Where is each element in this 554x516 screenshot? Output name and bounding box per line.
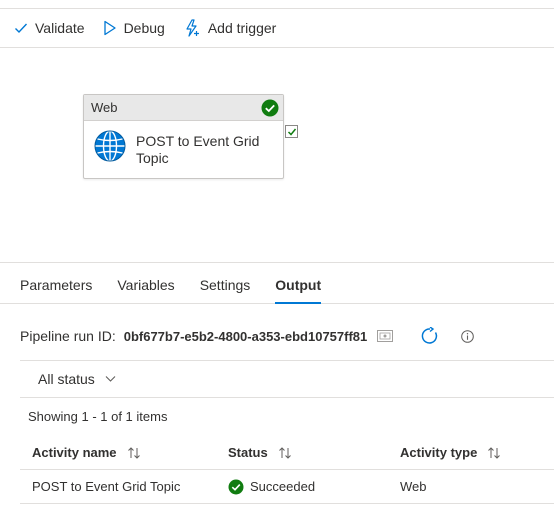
copy-button[interactable] xyxy=(377,330,394,342)
column-label: Status xyxy=(228,445,268,460)
chevron-down-icon[interactable] xyxy=(105,375,116,383)
activity-select-checkbox[interactable] xyxy=(285,125,298,138)
pipeline-run-id: Pipeline run ID: 0bf677b7-e5b2-4800-a353… xyxy=(20,326,475,346)
tab-variables[interactable]: Variables xyxy=(117,263,174,303)
activity-type-label: Web xyxy=(91,100,118,115)
column-activity-type[interactable]: Activity type xyxy=(400,445,554,460)
pipeline-toolbar: Validate Debug Add trigger xyxy=(0,8,554,48)
run-id-label: Pipeline run ID: xyxy=(20,328,116,344)
sort-icon[interactable] xyxy=(278,446,292,459)
checkmark-icon xyxy=(15,23,28,34)
tab-output[interactable]: Output xyxy=(275,263,321,304)
add-trigger-button[interactable]: Add trigger xyxy=(183,13,276,43)
items-count: Showing 1 - 1 of 1 items xyxy=(28,409,168,424)
refresh-icon xyxy=(421,327,438,344)
properties-tabs: Parameters Variables Settings Output xyxy=(0,263,554,304)
activity-header: Web xyxy=(84,95,283,121)
activity-runs-table: Activity name Status Activity type POST … xyxy=(20,436,554,504)
info-icon xyxy=(461,329,475,343)
sort-icon[interactable] xyxy=(487,446,501,459)
debug-button[interactable]: Debug xyxy=(103,13,165,43)
activity-body: POST to Event Grid Topic xyxy=(84,121,283,167)
check-circle-icon xyxy=(261,99,279,116)
debug-label: Debug xyxy=(123,20,165,36)
table-header: Activity name Status Activity type xyxy=(20,436,554,470)
lightning-plus-icon xyxy=(186,19,199,37)
info-button[interactable] xyxy=(461,329,475,343)
status-filter-dropdown[interactable]: All status xyxy=(38,371,95,387)
status-text: Succeeded xyxy=(250,479,316,494)
status-cell: Succeeded xyxy=(228,479,400,495)
activity-name: POST to Event Grid Topic xyxy=(136,133,260,166)
column-status[interactable]: Status xyxy=(228,445,400,460)
column-label: Activity type xyxy=(400,445,478,460)
column-activity-name[interactable]: Activity name xyxy=(20,445,228,460)
activity-type-cell: Web xyxy=(400,479,427,494)
checkmark-icon xyxy=(287,128,296,136)
tab-settings[interactable]: Settings xyxy=(200,263,251,303)
refresh-button[interactable] xyxy=(421,327,439,345)
status-filter-bar: All status xyxy=(20,360,554,398)
play-icon xyxy=(103,20,116,36)
copy-icon xyxy=(377,330,394,342)
check-circle-icon xyxy=(228,479,244,494)
activity-name-cell: POST to Event Grid Topic xyxy=(32,479,181,494)
run-id-value: 0bf677b7-e5b2-4800-a353-ebd10757ff81 xyxy=(123,328,368,344)
web-activity-node[interactable]: Web POST to Event Grid Topic xyxy=(83,94,284,179)
table-row[interactable]: POST to Event Grid Topic Succeeded Web xyxy=(20,470,554,504)
tab-parameters[interactable]: Parameters xyxy=(20,263,92,303)
pipeline-canvas[interactable]: Web POST to Event Grid Topic xyxy=(0,48,554,262)
globe-icon xyxy=(94,130,126,162)
column-label: Activity name xyxy=(32,445,117,460)
sort-icon[interactable] xyxy=(127,446,141,459)
validate-label: Validate xyxy=(35,20,85,36)
add-trigger-label: Add trigger xyxy=(207,20,277,36)
validate-button[interactable]: Validate xyxy=(14,13,85,43)
